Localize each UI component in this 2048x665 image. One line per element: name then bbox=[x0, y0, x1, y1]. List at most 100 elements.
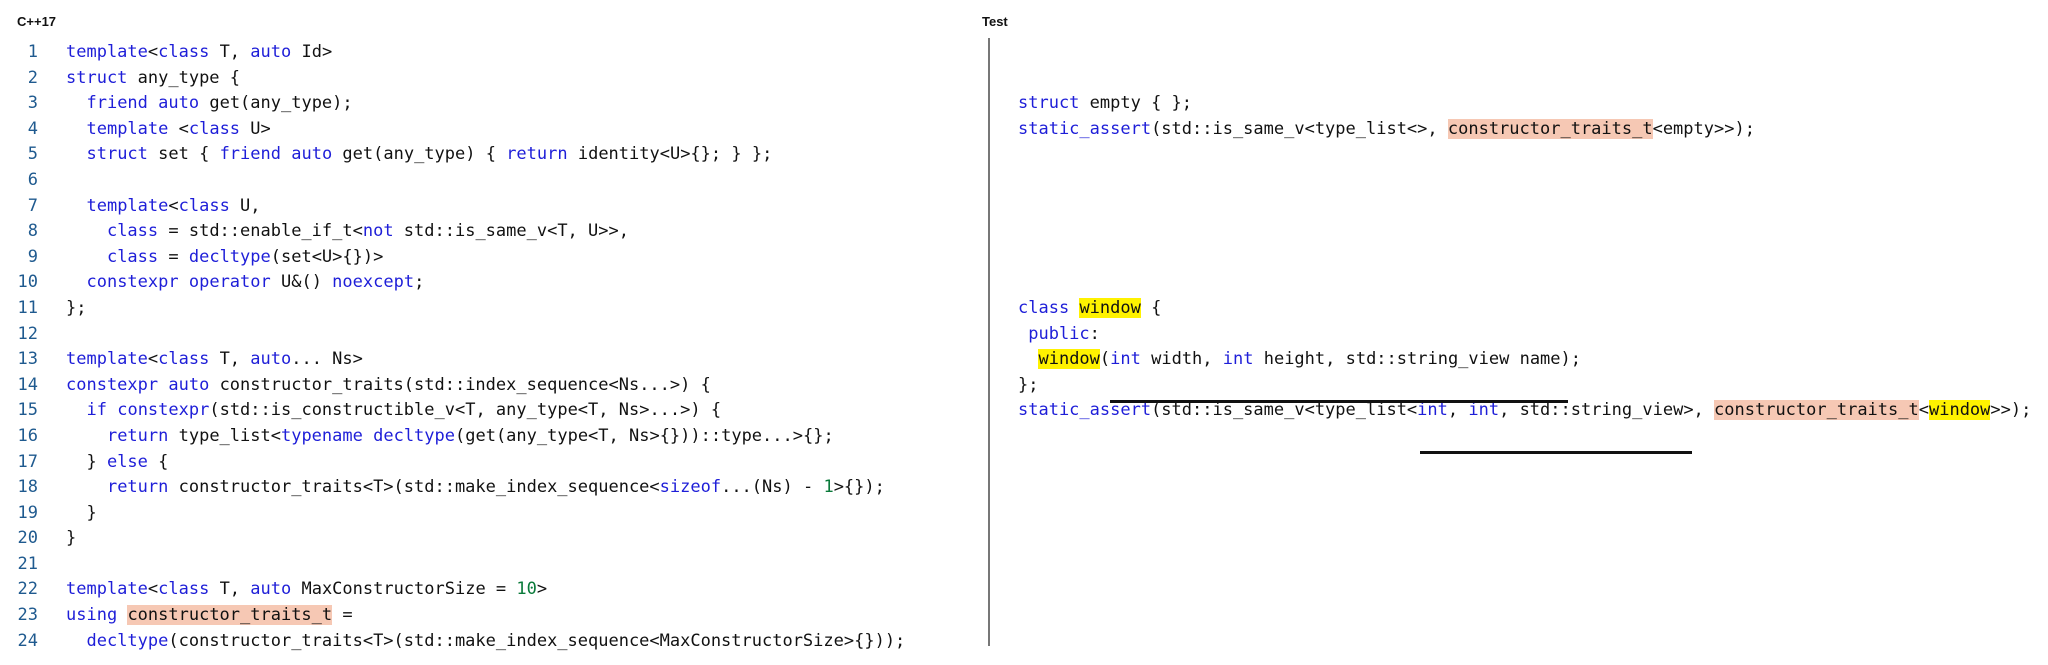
keyword-token: class bbox=[178, 195, 230, 216]
code-token: Id> bbox=[291, 42, 333, 62]
code-token: < bbox=[168, 118, 189, 139]
keyword-token: return bbox=[106, 425, 169, 446]
code-token: U> bbox=[240, 118, 271, 139]
line-number: 7 bbox=[27, 195, 38, 216]
code-line: static_assert(std::is_same_v<type_list<>… bbox=[1018, 117, 2031, 143]
keyword-token: using bbox=[66, 605, 118, 626]
code-line: struct any_type { bbox=[66, 66, 905, 92]
keyword-token: public bbox=[1018, 323, 1090, 344]
keyword-token: if bbox=[86, 400, 107, 421]
keyword-token: auto bbox=[250, 579, 292, 600]
code-token: : bbox=[1089, 323, 1100, 344]
code-line: constexpr auto constructor_traits(std::i… bbox=[66, 373, 905, 399]
line-number: 1 bbox=[27, 42, 38, 62]
keyword-token: class bbox=[106, 221, 159, 242]
keyword-token: operator bbox=[188, 272, 271, 293]
keyword-token: auto bbox=[158, 93, 200, 114]
line-number: 23 bbox=[17, 605, 38, 626]
line-number: 15 bbox=[17, 400, 38, 421]
code-line: } bbox=[66, 501, 905, 527]
code-line: template<class T, auto... Ns> bbox=[66, 347, 905, 373]
line-number: 5 bbox=[27, 144, 38, 165]
code-token: T, bbox=[209, 349, 251, 370]
keyword-token: auto bbox=[250, 349, 292, 370]
code-token: T, bbox=[209, 579, 251, 600]
keyword-token: class bbox=[1018, 297, 1070, 318]
code-token: { bbox=[147, 451, 169, 472]
code-line: } else { bbox=[66, 450, 905, 476]
code-token: ... Ns> bbox=[291, 349, 363, 370]
keyword-token: struct bbox=[1018, 93, 1080, 114]
code-token: identity<U>{}; } }; bbox=[567, 144, 773, 165]
line-number: 8 bbox=[27, 221, 38, 242]
keyword-token: class bbox=[158, 349, 210, 370]
code-token: any_type { bbox=[127, 67, 241, 88]
code-token: ( bbox=[1099, 349, 1111, 370]
keyword-token: return bbox=[506, 144, 568, 165]
code-token: ...(Ns) - bbox=[721, 477, 824, 498]
code-line: friend auto get(any_type); bbox=[66, 91, 905, 117]
code-token: (std::is_constructible_v<T, any_type<T, … bbox=[209, 400, 722, 421]
code-editor-right[interactable]: struct empty { }; static_assert(std::is_s… bbox=[1018, 40, 2031, 424]
code-line: public: bbox=[1018, 322, 2031, 348]
code-token: (get(any_type<T, Ns>{}))::type...>{}; bbox=[455, 425, 834, 446]
code-token: , bbox=[1447, 400, 1469, 421]
code-line: } bbox=[66, 526, 905, 552]
code-token: (std::is_same_v<type_list<>, bbox=[1151, 118, 1448, 139]
keyword-token: template bbox=[86, 118, 169, 139]
code-line: return constructor_traits<T>(std::make_i… bbox=[66, 475, 905, 501]
keyword-token: template bbox=[66, 42, 148, 62]
keyword-token: decltype bbox=[373, 425, 455, 446]
code-token: } bbox=[66, 502, 97, 523]
code-line: template<class T, auto Id> bbox=[66, 40, 905, 66]
code-token: height, std::string_view name); bbox=[1253, 349, 1581, 370]
keyword-token: class bbox=[158, 42, 210, 62]
keyword-token: decltype bbox=[86, 630, 169, 651]
highlighted-token: window bbox=[1038, 349, 1100, 370]
code-line: template<class T, auto MaxConstructorSiz… bbox=[66, 577, 905, 603]
highlighted-token: window bbox=[1079, 297, 1141, 318]
left-panel-title: C++17 bbox=[17, 14, 57, 29]
code-token: set { bbox=[147, 144, 220, 165]
line-number: 18 bbox=[17, 477, 38, 498]
line-number: 17 bbox=[17, 451, 38, 472]
keyword-token: class bbox=[106, 246, 159, 267]
code-line: struct set { friend auto get(any_type) {… bbox=[66, 142, 905, 168]
keyword-token: int bbox=[1222, 349, 1254, 370]
line-number: 21 bbox=[17, 553, 38, 574]
line-number: 11 bbox=[17, 297, 38, 318]
code-line: using constructor_traits_t = bbox=[66, 603, 905, 629]
code-token: (std::is_same_v<type_list< bbox=[1151, 400, 1418, 421]
keyword-token: struct bbox=[66, 67, 128, 88]
keyword-token: struct bbox=[86, 144, 148, 165]
keyword-token: template bbox=[66, 349, 148, 370]
code-line: return type_list<typename decltype(get(a… bbox=[66, 424, 905, 450]
code-token: }; bbox=[1018, 374, 1039, 395]
code-line: constexpr operator U&() noexcept; bbox=[66, 270, 905, 296]
code-editor-left[interactable]: template<class T, auto Id> struct any_typ… bbox=[66, 40, 905, 654]
line-number: 3 bbox=[27, 93, 38, 114]
keyword-token: class bbox=[158, 579, 210, 600]
code-token: get(any_type) { bbox=[332, 144, 507, 165]
code-token: = bbox=[158, 246, 189, 267]
code-token: , std::string_view>, bbox=[1499, 400, 1715, 421]
keyword-token: constexpr bbox=[86, 272, 179, 293]
code-token: < bbox=[168, 195, 179, 216]
code-token: < bbox=[1918, 400, 1929, 421]
code-token: U&() bbox=[270, 272, 333, 293]
